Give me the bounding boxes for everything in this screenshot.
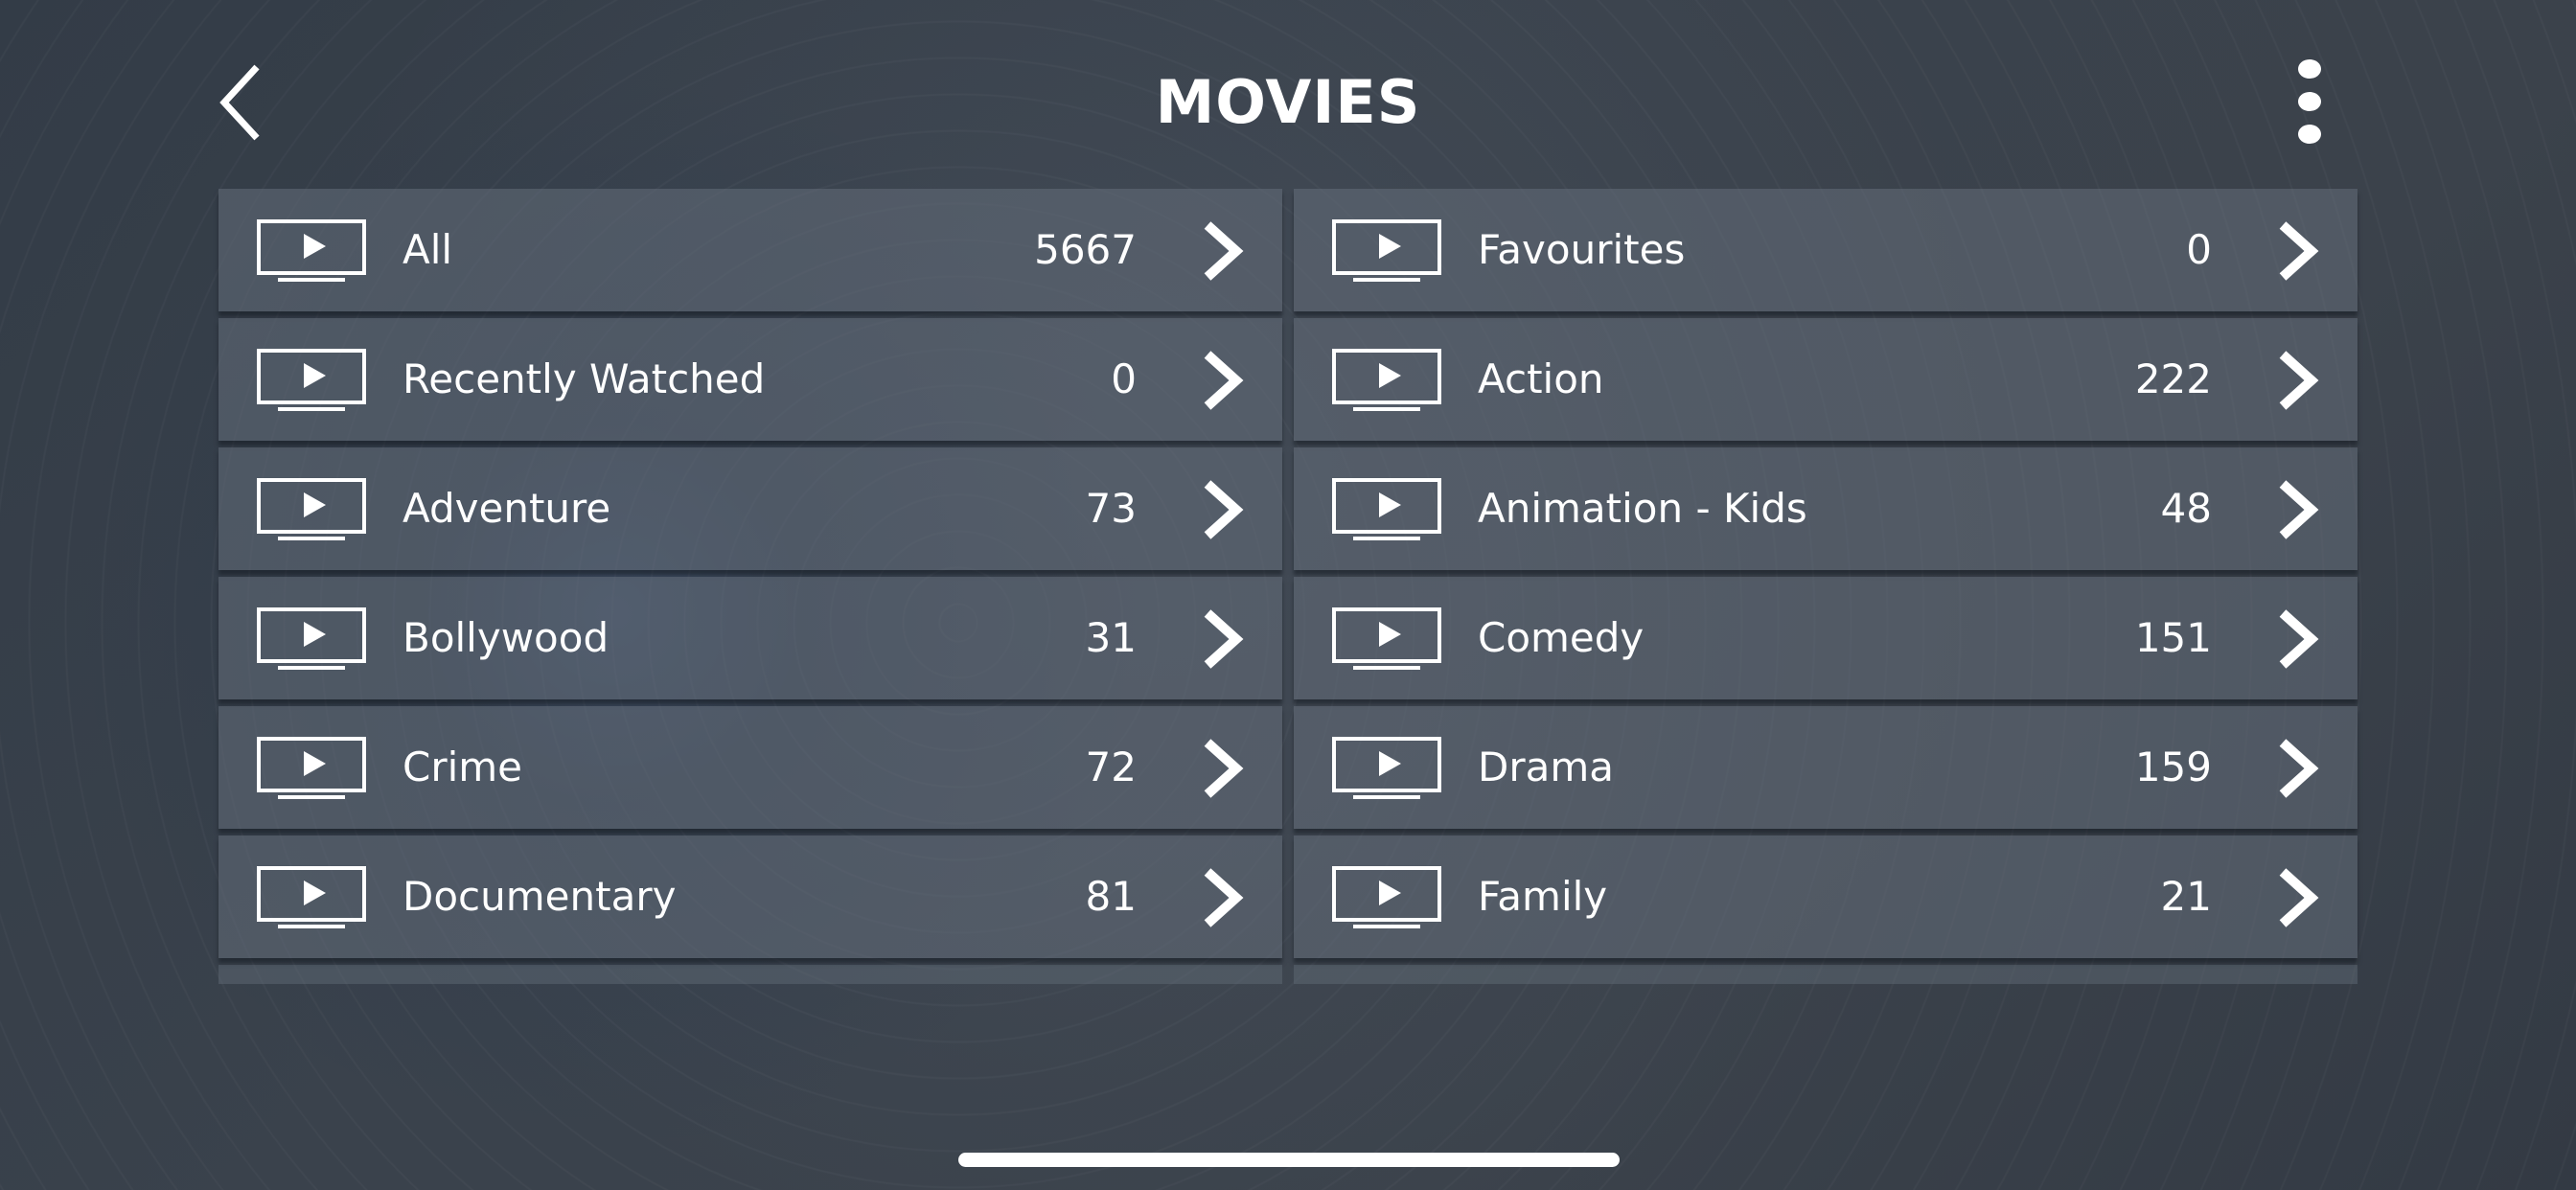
category-label: Animation - Kids — [1478, 485, 1807, 532]
category-label: Recently Watched — [402, 355, 766, 402]
chevron-right-icon — [2279, 480, 2319, 539]
tv-play-icon — [257, 478, 366, 540]
category-label: Adventure — [402, 485, 611, 532]
category-label: Documentary — [402, 873, 677, 920]
chevron-right-icon — [1204, 739, 1244, 798]
tv-play-icon — [257, 219, 366, 282]
tv-play-icon — [1332, 607, 1441, 670]
chevron-right-icon — [2279, 739, 2319, 798]
chevron-right-icon — [2279, 868, 2319, 927]
chevron-right-icon — [1204, 221, 1244, 281]
category-count: 81 — [1085, 873, 1137, 920]
category-label: Action — [1478, 355, 1604, 402]
category-label: Crime — [402, 744, 523, 790]
category-row-favourites[interactable]: Favourites 0 — [1294, 189, 2358, 311]
category-row-partial[interactable] — [1294, 965, 2358, 984]
category-count: 151 — [2134, 614, 2212, 661]
category-count: 159 — [2134, 744, 2212, 790]
category-label: Bollywood — [402, 614, 610, 661]
category-row-recently-watched[interactable]: Recently Watched 0 — [218, 318, 1282, 441]
category-count: 5667 — [1034, 226, 1137, 273]
page-title: MOVIES — [1155, 67, 1421, 137]
category-count: 48 — [2160, 485, 2212, 532]
category-label: Family — [1478, 873, 1608, 920]
tv-play-icon — [1332, 866, 1441, 928]
chevron-right-icon — [1204, 351, 1244, 410]
category-label: Drama — [1478, 744, 1614, 790]
tv-play-icon — [257, 349, 366, 411]
category-count: 0 — [1111, 355, 1137, 402]
chevron-right-icon — [2279, 609, 2319, 669]
tv-play-icon — [1332, 219, 1441, 282]
category-row-partial[interactable] — [218, 965, 1282, 984]
category-row-animation-kids[interactable]: Animation - Kids 48 — [1294, 447, 2358, 570]
tv-play-icon — [257, 607, 366, 670]
category-row-crime[interactable]: Crime 72 — [218, 706, 1282, 829]
category-row-family[interactable]: Family 21 — [1294, 835, 2358, 958]
category-count: 0 — [2186, 226, 2212, 273]
category-count: 72 — [1085, 744, 1137, 790]
chevron-right-icon — [1204, 480, 1244, 539]
chevron-right-icon — [2279, 351, 2319, 410]
more-vertical-icon-dot — [2298, 92, 2321, 111]
category-row-comedy[interactable]: Comedy 151 — [1294, 577, 2358, 699]
chevron-right-icon — [1204, 609, 1244, 669]
category-label: Favourites — [1478, 226, 1686, 273]
tv-play-icon — [1332, 478, 1441, 540]
category-label: Comedy — [1478, 614, 1644, 661]
category-count: 21 — [2160, 873, 2212, 920]
more-vertical-icon-dot — [2298, 125, 2321, 144]
tv-play-icon — [1332, 737, 1441, 799]
more-options-button[interactable] — [2286, 59, 2334, 155]
category-row-adventure[interactable]: Adventure 73 — [218, 447, 1282, 570]
more-vertical-icon-dot — [2298, 59, 2321, 79]
chevron-right-icon — [1204, 868, 1244, 927]
tv-play-icon — [1332, 349, 1441, 411]
category-grid: All 5667 Favourites 0 Recently Watched 0 — [218, 189, 2358, 984]
tv-play-icon — [257, 737, 366, 799]
category-row-bollywood[interactable]: Bollywood 31 — [218, 577, 1282, 699]
category-row-documentary[interactable]: Documentary 81 — [218, 835, 1282, 958]
category-count: 31 — [1085, 614, 1137, 661]
category-count: 73 — [1085, 485, 1137, 532]
home-indicator[interactable] — [958, 1153, 1620, 1167]
category-count: 222 — [2134, 355, 2212, 402]
header: MOVIES — [0, 0, 2576, 182]
category-label: All — [402, 226, 453, 273]
category-row-action[interactable]: Action 222 — [1294, 318, 2358, 441]
tv-play-icon — [257, 866, 366, 928]
category-row-all[interactable]: All 5667 — [218, 189, 1282, 311]
category-row-drama[interactable]: Drama 159 — [1294, 706, 2358, 829]
chevron-right-icon — [2279, 221, 2319, 281]
